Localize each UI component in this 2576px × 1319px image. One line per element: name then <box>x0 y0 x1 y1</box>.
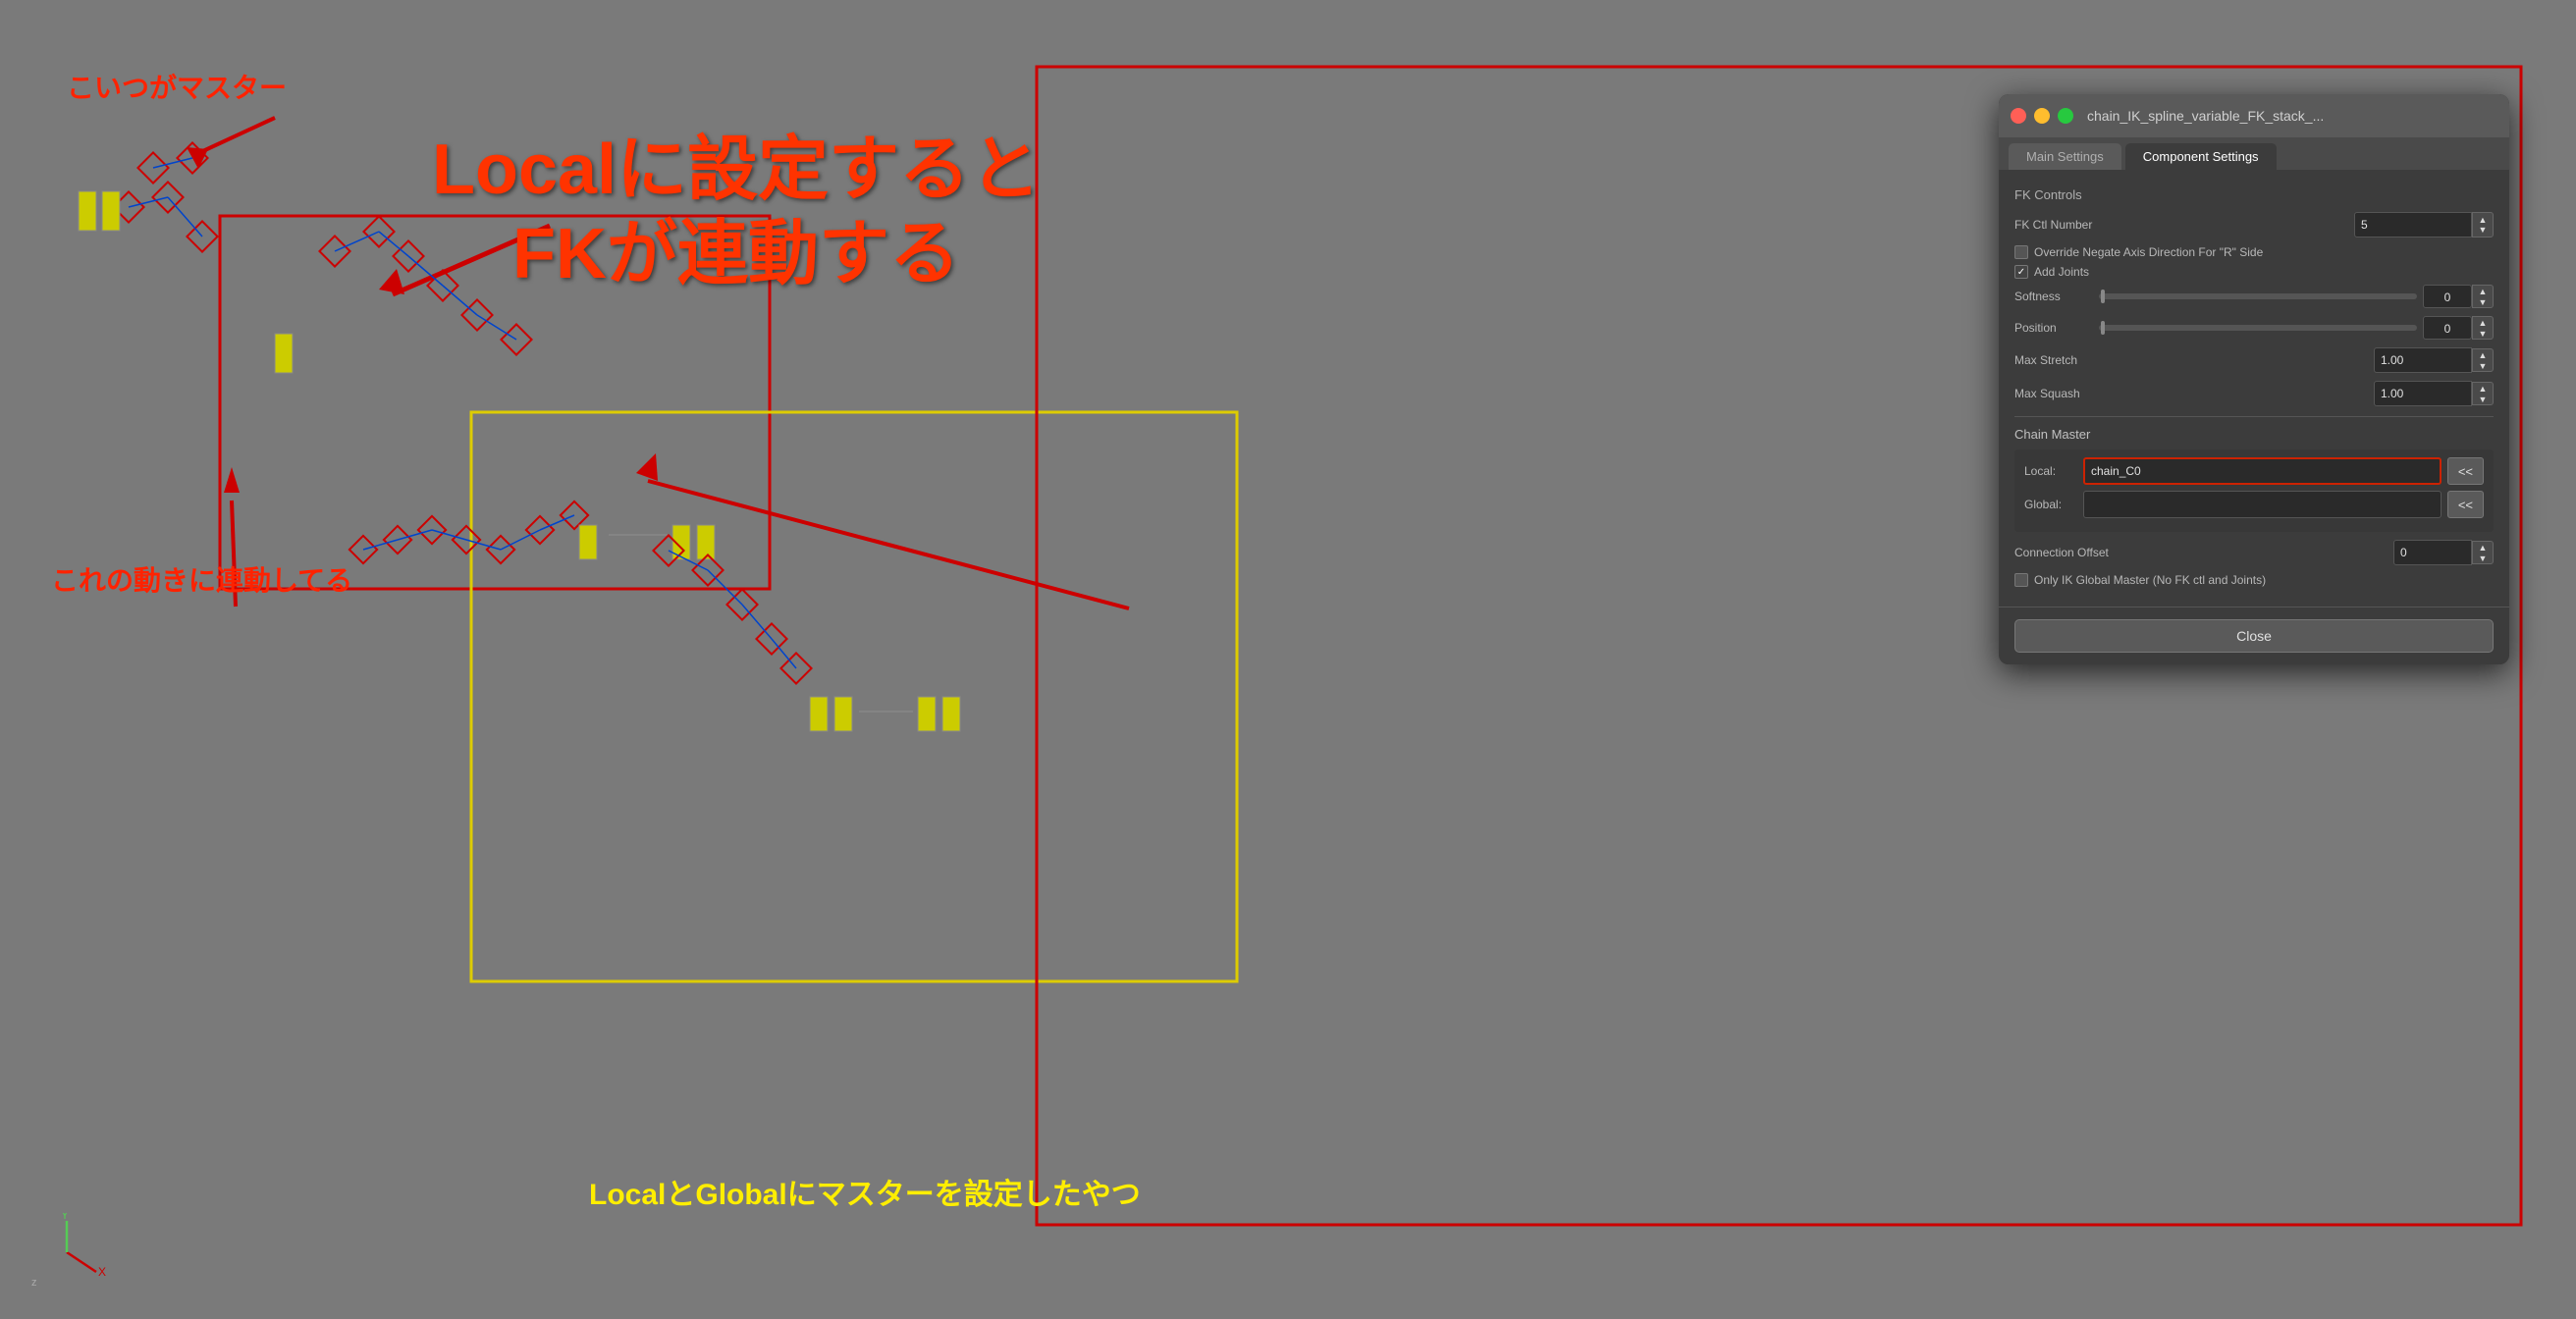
override-checkbox[interactable] <box>2014 245 2028 259</box>
svg-text:X: X <box>98 1265 106 1279</box>
fk-ctl-number-input[interactable] <box>2354 212 2472 237</box>
local-label: Local: <box>2024 464 2083 478</box>
viewport: こいつがマスター これの動きに連動してる Localに設定すると FKが連動する… <box>0 0 2576 1319</box>
axes-indicator: X Y z <box>27 1213 106 1292</box>
annotation-master: こいつがマスター <box>67 67 287 106</box>
override-label: Override Negate Axis Direction For "R" S… <box>2034 245 2263 259</box>
local-arrow-button[interactable]: << <box>2447 457 2484 485</box>
only-ik-checkbox[interactable] <box>2014 573 2028 587</box>
softness-row: Softness 0 ▲▼ <box>2014 285 2494 308</box>
connection-offset-label: Connection Offset <box>2014 546 2393 559</box>
svg-text:Y: Y <box>61 1213 69 1222</box>
softness-track[interactable] <box>2099 293 2417 299</box>
position-label: Position <box>2014 321 2093 335</box>
tab-component-settings[interactable]: Component Settings <box>2125 143 2277 170</box>
panel-title: chain_IK_spline_variable_FK_stack_... <box>2087 108 2497 124</box>
position-track[interactable] <box>2099 325 2417 331</box>
local-row: Local: << <box>2024 457 2484 485</box>
center-text: Localに設定すると FKが連動する <box>432 128 1041 297</box>
connection-offset-row: Connection Offset ▲▼ <box>2014 540 2494 565</box>
chain-master-label: Chain Master <box>2014 427 2494 442</box>
svg-text:z: z <box>31 1277 37 1289</box>
global-input[interactable] <box>2083 491 2442 518</box>
max-squash-input[interactable] <box>2374 381 2472 406</box>
chain-master-section: Local: << Global: << <box>2014 449 2494 532</box>
bottom-label: LocalとGlobalにマスターを設定したやつ <box>589 1170 1141 1213</box>
fk-ctl-number-row: FK Ctl Number ▲ ▼ <box>2014 212 2494 237</box>
position-spinner[interactable]: ▲▼ <box>2472 316 2494 340</box>
fk-controls-label: FK Controls <box>2014 187 2494 202</box>
fk-ctl-number-label: FK Ctl Number <box>2014 218 2354 232</box>
panel-titlebar: chain_IK_spline_variable_FK_stack_... <box>1999 94 2509 137</box>
max-stretch-input[interactable] <box>2374 347 2472 373</box>
add-joints-label: Add Joints <box>2034 265 2089 279</box>
only-ik-row: Only IK Global Master (No FK ctl and Joi… <box>2014 573 2494 587</box>
max-squash-label: Max Squash <box>2014 387 2374 400</box>
max-stretch-row: Max Stretch ▲▼ <box>2014 347 2494 373</box>
connection-offset-spinner[interactable]: ▲▼ <box>2472 541 2494 564</box>
max-squash-row: Max Squash ▲▼ <box>2014 381 2494 406</box>
annotation-rendo: これの動きに連動してる <box>51 559 352 599</box>
global-label: Global: <box>2024 498 2083 511</box>
softness-label: Softness <box>2014 290 2093 303</box>
close-button[interactable]: Close <box>2014 619 2494 653</box>
minimize-traffic-light[interactable] <box>2034 108 2050 124</box>
softness-spinner[interactable]: ▲▼ <box>2472 285 2494 308</box>
position-value: 0 <box>2423 316 2472 340</box>
center-line2: FKが連動する <box>432 212 1041 296</box>
max-stretch-spinner[interactable]: ▲▼ <box>2472 348 2494 372</box>
local-input[interactable] <box>2083 457 2442 485</box>
panel-footer: Close <box>1999 607 2509 664</box>
connection-offset-input[interactable] <box>2393 540 2472 565</box>
maximize-traffic-light[interactable] <box>2058 108 2073 124</box>
global-arrow-button[interactable]: << <box>2447 491 2484 518</box>
global-row: Global: << <box>2024 491 2484 518</box>
add-joints-row: ✓ Add Joints <box>2014 265 2494 279</box>
max-stretch-label: Max Stretch <box>2014 353 2374 367</box>
panel-tabs: Main Settings Component Settings <box>1999 137 2509 170</box>
tab-main-settings[interactable]: Main Settings <box>2009 143 2121 170</box>
softness-value: 0 <box>2423 285 2472 308</box>
only-ik-label: Only IK Global Master (No FK ctl and Joi… <box>2034 573 2266 587</box>
position-row: Position 0 ▲▼ <box>2014 316 2494 340</box>
fk-ctl-number-spinner[interactable]: ▲ ▼ <box>2472 212 2494 237</box>
close-traffic-light[interactable] <box>2011 108 2026 124</box>
max-squash-spinner[interactable]: ▲▼ <box>2472 382 2494 405</box>
override-checkbox-row: Override Negate Axis Direction For "R" S… <box>2014 245 2494 259</box>
panel-content: FK Controls FK Ctl Number ▲ ▼ Override N… <box>1999 170 2509 607</box>
add-joints-checkbox[interactable]: ✓ <box>2014 265 2028 279</box>
center-line1: Localに設定すると <box>432 128 1041 212</box>
settings-panel: chain_IK_spline_variable_FK_stack_... Ma… <box>1999 94 2509 664</box>
